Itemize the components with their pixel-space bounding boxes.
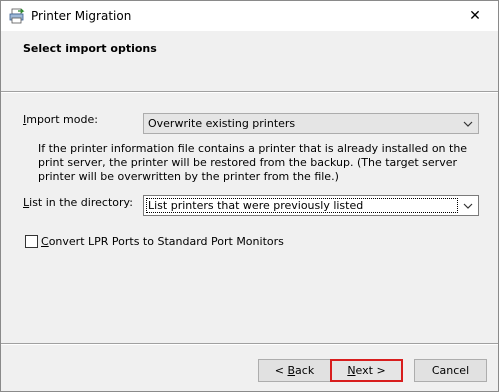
header-divider-highlight — [1, 92, 498, 93]
directory-selected: List printers that were previously liste… — [148, 199, 364, 212]
printer-migration-window: Printer Migration ✕ Select import option… — [0, 0, 499, 392]
import-mode-dropdown[interactable]: Overwrite existing printers — [143, 113, 479, 134]
close-icon: ✕ — [469, 8, 481, 24]
printer-migration-icon — [9, 8, 25, 24]
close-button[interactable]: ✕ — [452, 1, 498, 31]
wizard-header: Select import options — [1, 31, 498, 91]
directory-label: List in the directory: — [23, 196, 133, 209]
chevron-down-icon — [463, 121, 473, 127]
chevron-down-icon — [463, 203, 473, 209]
footer-divider-highlight — [1, 344, 498, 345]
import-mode-description: If the printer information file contains… — [38, 142, 468, 183]
back-button[interactable]: < Back — [258, 359, 331, 382]
directory-dropdown[interactable]: List printers that were previously liste… — [143, 195, 479, 216]
window-title: Printer Migration — [31, 9, 132, 23]
convert-lpr-label[interactable]: Convert LPR Ports to Standard Port Monit… — [41, 235, 284, 248]
next-button[interactable]: Next > — [330, 359, 403, 382]
page-title: Select import options — [23, 42, 157, 55]
import-mode-label: Import mode: — [23, 113, 98, 126]
title-bar: Printer Migration ✕ — [1, 1, 498, 31]
convert-lpr-checkbox[interactable] — [25, 235, 38, 248]
cancel-button[interactable]: Cancel — [414, 359, 487, 382]
import-mode-selected: Overwrite existing printers — [148, 117, 296, 130]
